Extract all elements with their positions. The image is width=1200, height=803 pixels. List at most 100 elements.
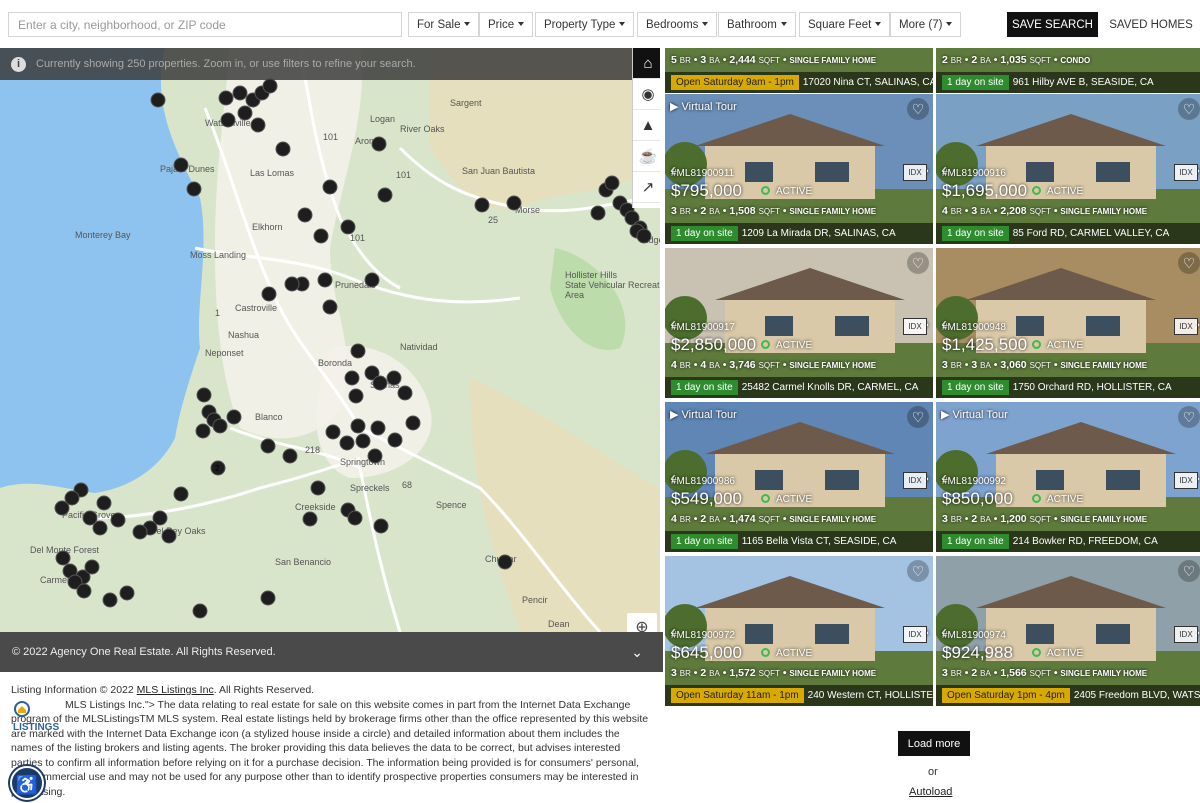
property-marker[interactable] bbox=[350, 343, 366, 359]
property-marker[interactable] bbox=[590, 205, 606, 221]
listing-card[interactable]: ♡‹›#ML81900917IDX$2,850,000ACTIVE4 BR • … bbox=[665, 248, 933, 398]
property-marker[interactable] bbox=[405, 415, 421, 431]
load-more-button[interactable]: Load more bbox=[898, 731, 970, 756]
property-marker[interactable] bbox=[192, 603, 208, 619]
listing-card[interactable]: ▶ Virtual Tour♡‹›#ML81900992IDX$850,000A… bbox=[936, 402, 1200, 552]
property-marker[interactable] bbox=[322, 179, 338, 195]
property-marker[interactable] bbox=[297, 207, 313, 223]
heart-icon[interactable]: ♡ bbox=[907, 98, 929, 120]
property-marker[interactable] bbox=[339, 435, 355, 451]
property-marker[interactable] bbox=[397, 385, 413, 401]
property-marker[interactable] bbox=[212, 418, 228, 434]
cluster-marker[interactable]: 2 bbox=[210, 460, 226, 476]
heart-icon[interactable]: ♡ bbox=[1178, 560, 1200, 582]
locate-icon[interactable]: ⊕ bbox=[627, 613, 657, 632]
property-marker[interactable] bbox=[260, 438, 276, 454]
listing-card[interactable]: ▶ Virtual Tour♡‹›#ML81900911IDX$795,000A… bbox=[665, 94, 933, 244]
property-marker[interactable] bbox=[313, 228, 329, 244]
property-marker[interactable] bbox=[364, 272, 380, 288]
property-marker[interactable] bbox=[370, 420, 386, 436]
virtual-tour-badge[interactable]: ▶ Virtual Tour bbox=[670, 408, 737, 421]
virtual-tour-badge[interactable]: ▶ Virtual Tour bbox=[670, 100, 737, 113]
property-marker[interactable] bbox=[84, 559, 100, 575]
property-marker[interactable] bbox=[173, 157, 189, 173]
property-marker[interactable] bbox=[386, 370, 402, 386]
filter-bathroom[interactable]: Bathroom bbox=[718, 12, 796, 37]
property-marker[interactable] bbox=[262, 78, 278, 94]
property-marker[interactable] bbox=[497, 554, 513, 570]
property-marker[interactable] bbox=[325, 424, 341, 440]
property-marker[interactable] bbox=[302, 511, 318, 527]
property-marker[interactable] bbox=[604, 175, 620, 191]
graduation-cap-icon[interactable]: ▲ bbox=[633, 110, 660, 141]
listing-card[interactable]: ♡‹›#ML81900974IDX$924,988ACTIVE3 BR • 2 … bbox=[936, 556, 1200, 706]
heart-icon[interactable]: ♡ bbox=[907, 406, 929, 428]
property-marker[interactable] bbox=[232, 85, 248, 101]
listing-card[interactable]: ♡‹›#ML81900972IDX$645,000ACTIVE3 BR • 2 … bbox=[665, 556, 933, 706]
property-marker[interactable] bbox=[355, 433, 371, 449]
filter-square-feet[interactable]: Square Feet bbox=[799, 12, 891, 37]
property-marker[interactable] bbox=[96, 495, 112, 511]
listing-card[interactable]: ♡‹›#ML81900948IDX$1,425,500ACTIVE3 BR • … bbox=[936, 248, 1200, 398]
property-marker[interactable] bbox=[348, 388, 364, 404]
property-marker[interactable] bbox=[506, 195, 522, 211]
property-marker[interactable] bbox=[373, 518, 389, 534]
property-marker[interactable] bbox=[195, 423, 211, 439]
property-marker[interactable] bbox=[347, 510, 363, 526]
property-marker[interactable] bbox=[226, 409, 242, 425]
property-marker[interactable] bbox=[284, 276, 300, 292]
property-marker[interactable] bbox=[250, 117, 266, 133]
filter-for-sale[interactable]: For Sale bbox=[408, 12, 480, 37]
property-marker[interactable] bbox=[110, 512, 126, 528]
property-marker[interactable] bbox=[344, 370, 360, 386]
property-marker[interactable] bbox=[350, 418, 366, 434]
property-marker[interactable] bbox=[76, 583, 92, 599]
property-marker[interactable] bbox=[636, 228, 652, 244]
property-marker[interactable] bbox=[371, 136, 387, 152]
heart-icon[interactable]: ♡ bbox=[907, 252, 929, 274]
property-marker[interactable] bbox=[119, 585, 135, 601]
filter-more[interactable]: More (7) bbox=[890, 12, 962, 37]
property-marker[interactable] bbox=[387, 432, 403, 448]
heart-icon[interactable]: ♡ bbox=[1178, 406, 1200, 428]
map-pin-icon[interactable]: ◉ bbox=[633, 79, 660, 110]
property-marker[interactable] bbox=[282, 448, 298, 464]
map-canvas[interactable]: SargentWatsonvilleLoganRiver OaksPajaro … bbox=[0, 48, 660, 632]
filter-bedrooms[interactable]: Bedrooms bbox=[637, 12, 718, 37]
filter-property-type[interactable]: Property Type bbox=[535, 12, 635, 37]
property-marker[interactable] bbox=[340, 219, 356, 235]
coffee-cup-icon[interactable]: ☕ bbox=[633, 141, 660, 172]
property-marker[interactable] bbox=[237, 105, 253, 121]
mls-listings-link[interactable]: MLS Listings Inc bbox=[137, 684, 214, 696]
filter-price[interactable]: Price bbox=[479, 12, 534, 37]
property-marker[interactable] bbox=[367, 448, 383, 464]
heart-icon[interactable]: ♡ bbox=[1178, 98, 1200, 120]
property-marker[interactable] bbox=[186, 181, 202, 197]
autoload-link[interactable]: Autoload bbox=[909, 786, 952, 798]
search-input[interactable] bbox=[8, 12, 402, 37]
heart-icon[interactable]: ♡ bbox=[1178, 252, 1200, 274]
property-marker[interactable] bbox=[54, 500, 70, 516]
property-marker[interactable] bbox=[275, 141, 291, 157]
property-marker[interactable] bbox=[218, 90, 234, 106]
property-marker[interactable] bbox=[310, 480, 326, 496]
property-marker[interactable] bbox=[55, 550, 71, 566]
property-marker[interactable] bbox=[317, 272, 333, 288]
property-marker[interactable] bbox=[161, 528, 177, 544]
accessibility-icon[interactable]: ♿ bbox=[10, 766, 44, 800]
property-marker[interactable] bbox=[196, 387, 212, 403]
property-marker[interactable] bbox=[261, 286, 277, 302]
property-marker[interactable] bbox=[220, 112, 236, 128]
listing-card[interactable]: 2 BR • 2 BA • 1,035 SQFT • CONDO 1 day on… bbox=[936, 48, 1200, 93]
trend-line-icon[interactable]: ↗ bbox=[633, 172, 660, 203]
chevron-down-icon[interactable]: ⌄ bbox=[631, 632, 643, 672]
listing-card[interactable]: ♡‹›#ML81900916IDX$1,695,000ACTIVE4 BR • … bbox=[936, 94, 1200, 244]
property-marker[interactable] bbox=[132, 524, 148, 540]
listing-card[interactable]: 5 BR • 3 BA • 2,444 SQFT • SINGLE FAMILY… bbox=[665, 48, 933, 93]
property-marker[interactable] bbox=[260, 590, 276, 606]
property-marker[interactable] bbox=[92, 520, 108, 536]
home-icon[interactable]: ⌂ bbox=[633, 48, 660, 79]
property-marker[interactable] bbox=[322, 299, 338, 315]
virtual-tour-badge[interactable]: ▶ Virtual Tour bbox=[941, 408, 1008, 421]
save-search-button[interactable]: SAVE SEARCH bbox=[1007, 12, 1098, 37]
